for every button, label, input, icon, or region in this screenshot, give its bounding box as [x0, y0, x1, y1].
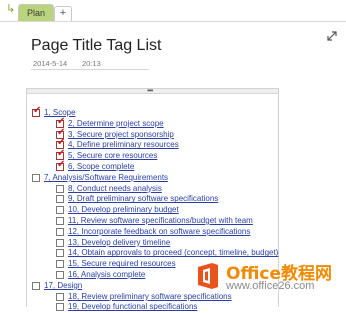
task-checkbox[interactable] [56, 227, 64, 236]
checkmark-icon: ✔ [57, 115, 66, 127]
task-checkbox[interactable] [56, 292, 64, 301]
handle-dots-icon: ••• [147, 86, 153, 95]
task-label[interactable]: 17, Design [44, 280, 82, 291]
task-checkbox[interactable] [56, 303, 64, 312]
task-label[interactable]: 11, Review software specifications/budge… [68, 215, 253, 226]
task-checkbox[interactable] [56, 184, 64, 193]
task-label[interactable]: 4, Define preliminary resources [68, 139, 179, 150]
add-section-tab[interactable]: + [54, 6, 72, 21]
office-logo-icon [198, 263, 218, 289]
task-checkbox[interactable] [56, 271, 64, 279]
task-checkbox[interactable] [56, 217, 64, 225]
checkmark-icon: ✔ [57, 148, 66, 160]
task-label[interactable]: 13, Develop delivery timeline [68, 237, 170, 248]
watermark-url: www.office26.com [226, 280, 315, 292]
task-checkbox[interactable]: ✔ [32, 105, 42, 117]
task-label[interactable]: 12, Incorporate feedback on software spe… [68, 226, 250, 237]
checkmark-icon: ✔ [57, 137, 66, 149]
page-date: 2014-5-14 [33, 59, 68, 68]
task-checkbox[interactable] [56, 249, 64, 258]
plus-icon: + [59, 7, 67, 19]
tab-plan[interactable]: Plan [18, 4, 54, 21]
task-checkbox[interactable] [32, 173, 40, 182]
tab-bar-divider [0, 21, 346, 22]
page-time: 20:13 [82, 59, 101, 68]
checkmark-icon: ✔ [57, 159, 66, 170]
task-label[interactable]: 7, Analysis/Software Requirements [44, 172, 168, 183]
task-checkbox[interactable] [56, 206, 64, 215]
task-label[interactable]: 10, Develop preliminary budget [68, 204, 179, 215]
task-checkbox[interactable] [32, 281, 40, 290]
page-title[interactable]: Page Title Tag List [31, 37, 161, 55]
watermark: Office教程网 www.office26.com [196, 258, 346, 307]
container-move-handle[interactable]: ••• [27, 86, 278, 95]
task-label[interactable]: 3, Secure project sponsorship [68, 129, 174, 140]
task-label[interactable]: 14, Obtain approvals to proceed (concept… [68, 247, 278, 258]
task-checkbox[interactable] [56, 238, 64, 247]
task-checkbox[interactable] [56, 260, 64, 269]
task-label[interactable]: 6, Scope complete [68, 161, 134, 172]
title-underline [31, 69, 149, 70]
checkmark-icon: ✔ [57, 126, 66, 138]
task-label[interactable]: 2, Determine project scope [68, 118, 164, 129]
task-label[interactable]: 16, Analysis complete [68, 269, 145, 280]
tab-plan-label: Plan [26, 8, 45, 18]
task-checkbox[interactable] [56, 195, 64, 204]
task-label[interactable]: 9, Draft preliminary software specificat… [68, 193, 218, 204]
checkmark-icon: ✔ [33, 105, 42, 116]
task-checkbox[interactable]: ✔ [56, 159, 66, 171]
section-tab-bar: ↳ Plan + [0, 0, 346, 22]
task-label[interactable]: 8, Conduct needs analysis [68, 183, 162, 194]
expand-icon[interactable] [327, 31, 337, 41]
task-label[interactable]: 15, Secure required resources [68, 258, 176, 269]
task-label[interactable]: 5, Secure core resources [68, 150, 157, 161]
notebook-nav-icon[interactable]: ↳ [6, 2, 15, 15]
